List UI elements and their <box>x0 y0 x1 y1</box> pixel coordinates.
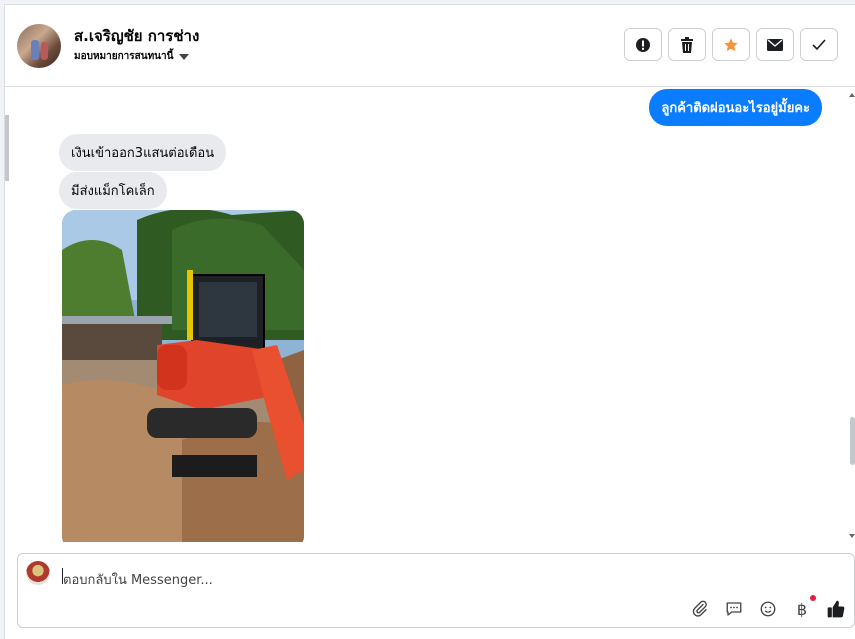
check-icon <box>812 38 826 50</box>
alert-icon <box>636 37 650 52</box>
paperclip-icon <box>692 600 707 617</box>
attach-button[interactable] <box>690 599 710 619</box>
emoji-button[interactable] <box>758 599 778 619</box>
thread-scrollbar[interactable] <box>848 87 855 542</box>
notification-dot <box>810 595 816 601</box>
caret-down-icon <box>179 53 190 60</box>
excavator-photo[interactable] <box>62 210 304 542</box>
message-composer[interactable]: ตอบกลับใน Messenger... ฿ <box>17 553 855 628</box>
mark-unread-button[interactable] <box>756 28 794 61</box>
assign-label: มอบหมายการสนทนานี้ <box>74 51 174 62</box>
contact-avatar[interactable] <box>17 24 61 68</box>
thumbs-up-icon <box>827 600 845 618</box>
contact-name[interactable]: ส.เจริญชัย การช่าง <box>74 24 199 48</box>
message-thread: ลูกค้าติดผ่อนอะไรอยู่มั้ยคะ เงินเข้าออก3… <box>5 87 855 542</box>
like-button[interactable] <box>826 599 846 619</box>
scroll-thumb[interactable] <box>850 417 855 465</box>
page-avatar <box>26 561 50 585</box>
payment-button[interactable]: ฿ <box>792 595 816 619</box>
baht-icon: ฿ <box>796 599 808 619</box>
envelope-icon <box>767 38 783 51</box>
star-icon <box>724 37 738 51</box>
incoming-message[interactable]: เงินเข้าออก3แสนต่อเดือน <box>59 134 227 171</box>
star-button[interactable] <box>712 28 750 61</box>
smiley-icon <box>760 601 776 617</box>
scroll-up-icon[interactable] <box>849 93 855 97</box>
header-actions <box>624 28 838 61</box>
incoming-message[interactable]: มีส่งแม็กโคเล็ก <box>59 172 167 209</box>
assign-conversation-dropdown[interactable]: มอบหมายการสนทนานี้ <box>74 49 190 64</box>
mark-done-button[interactable] <box>800 28 838 61</box>
conversation-panel: ส.เจริญชัย การช่าง มอบหมายการสนทนานี้ ลู <box>4 4 855 639</box>
delete-button[interactable] <box>668 28 706 61</box>
mark-spam-button[interactable] <box>624 28 662 61</box>
outgoing-message[interactable]: ลูกค้าติดผ่อนอะไรอยู่มั้ยคะ <box>649 89 822 126</box>
composer-tools: ฿ <box>690 595 846 619</box>
saved-replies-button[interactable] <box>724 599 744 619</box>
reply-input[interactable]: ตอบกลับใน Messenger... <box>63 569 213 590</box>
chat-bubble-icon <box>726 602 742 616</box>
scroll-down-icon[interactable] <box>849 534 855 538</box>
trash-icon <box>681 36 693 53</box>
conversation-header: ส.เจริญชัย การช่าง มอบหมายการสนทนานี้ <box>5 5 855 87</box>
